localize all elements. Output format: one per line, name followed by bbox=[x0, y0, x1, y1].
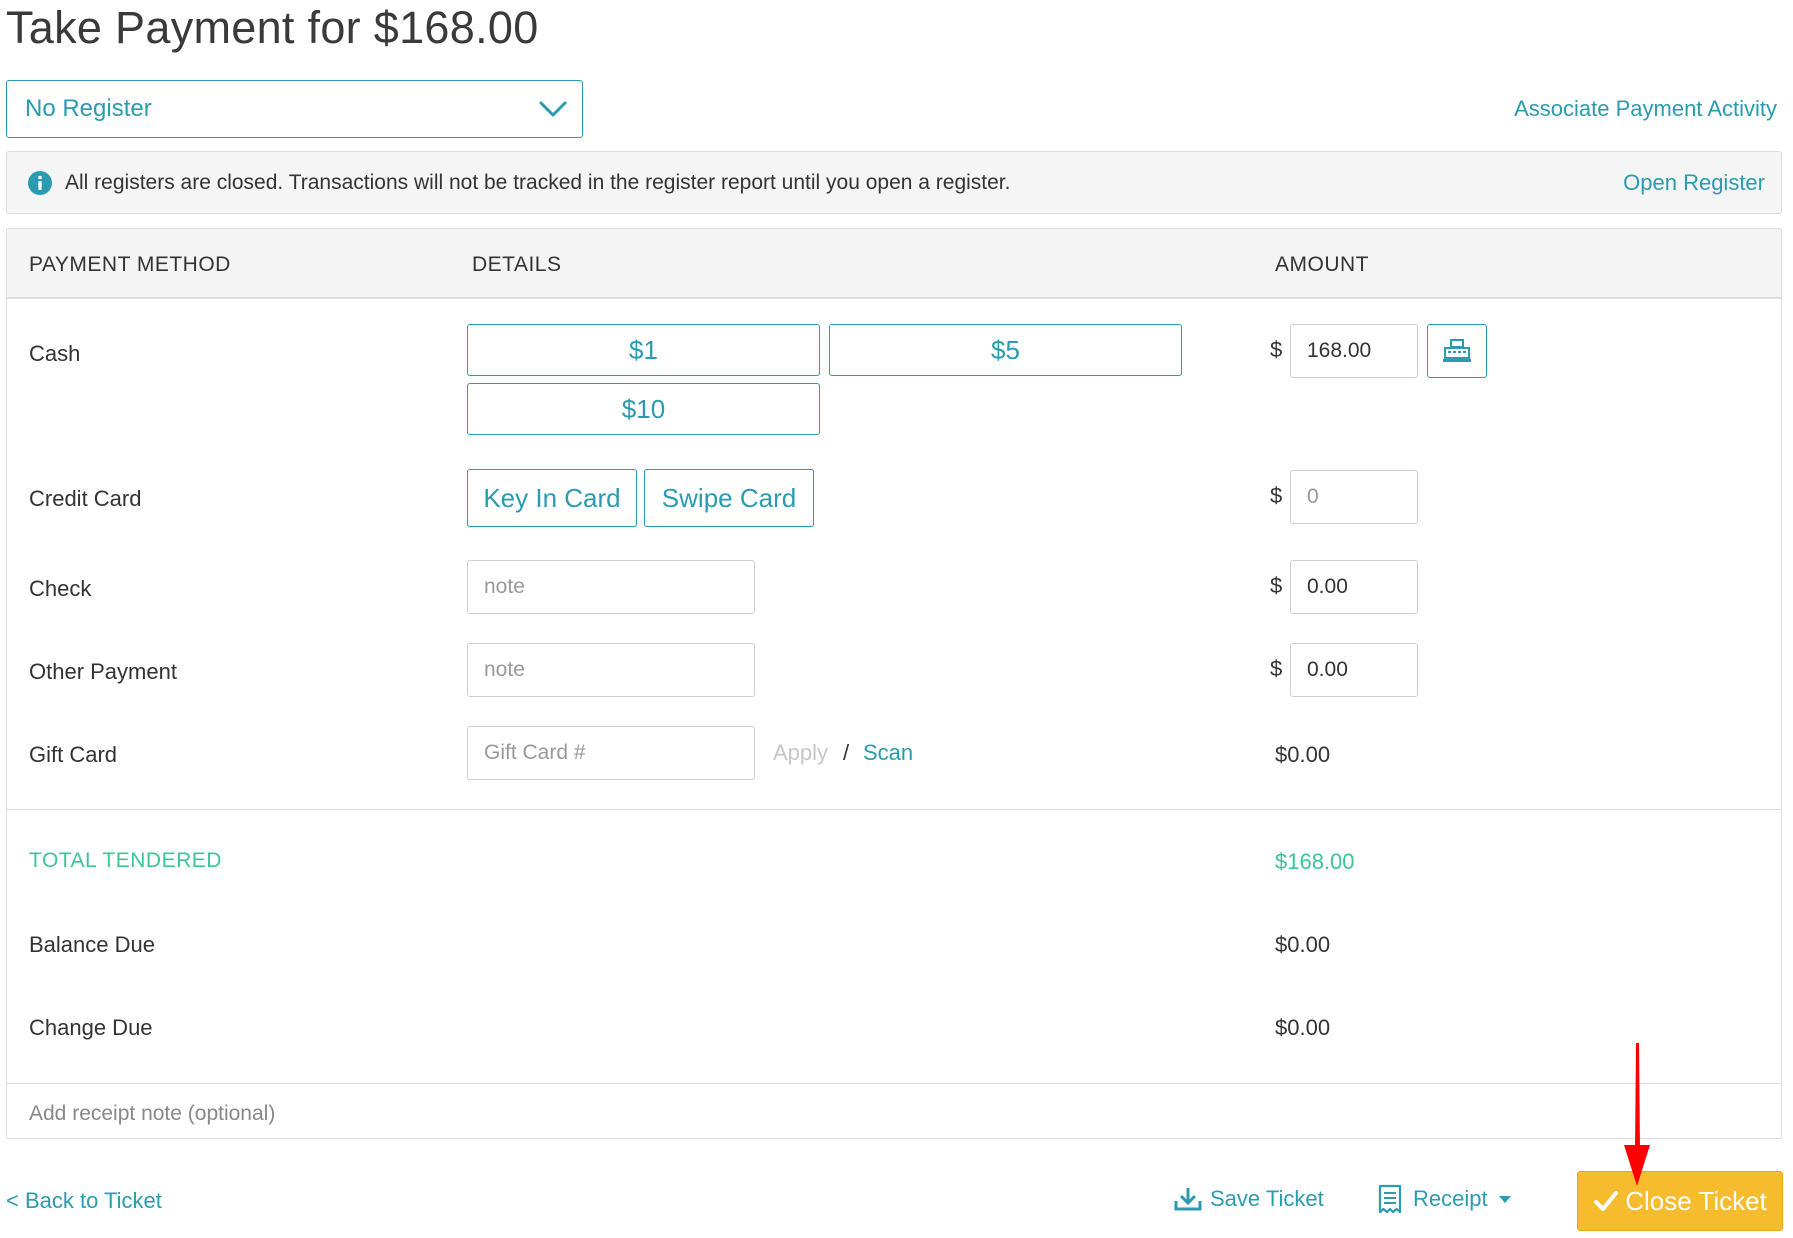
total-tendered-label: TOTAL TENDERED bbox=[29, 849, 222, 872]
payment-panel: PAYMENT METHOD DETAILS AMOUNT Cash $1 $5… bbox=[6, 228, 1782, 1139]
header-details: DETAILS bbox=[472, 253, 562, 276]
chevron-down-icon bbox=[539, 101, 567, 117]
back-to-ticket-link[interactable]: < Back to Ticket bbox=[6, 1188, 162, 1214]
totals-divider bbox=[7, 809, 1781, 810]
checkmark-icon bbox=[1594, 1191, 1619, 1211]
table-header: PAYMENT METHOD DETAILS AMOUNT bbox=[7, 229, 1781, 299]
balance-due-value: $0.00 bbox=[1275, 932, 1331, 957]
cash-10-button[interactable]: $10 bbox=[467, 383, 820, 435]
other-payment-label: Other Payment bbox=[29, 659, 177, 684]
receipt-icon bbox=[1378, 1184, 1402, 1214]
gift-card-scan-link[interactable]: Scan bbox=[863, 740, 913, 766]
header-payment-method: PAYMENT METHOD bbox=[29, 253, 231, 276]
cash-currency: $ bbox=[1270, 337, 1283, 362]
check-currency: $ bbox=[1270, 573, 1283, 598]
save-ticket-link[interactable]: Save Ticket bbox=[1174, 1186, 1324, 1212]
key-in-card-button[interactable]: Key In Card bbox=[467, 469, 637, 527]
cash-register-button[interactable] bbox=[1427, 324, 1487, 378]
other-payment-currency: $ bbox=[1270, 656, 1283, 681]
check-label: Check bbox=[29, 576, 92, 601]
cash-amount-input[interactable] bbox=[1290, 324, 1418, 378]
change-due-value: $0.00 bbox=[1275, 1015, 1331, 1040]
caret-down-icon bbox=[1498, 1196, 1511, 1203]
other-payment-note-input[interactable] bbox=[467, 643, 755, 697]
receipt-dropdown[interactable]: Receipt bbox=[1377, 1184, 1512, 1214]
red-arrow-annotation bbox=[1624, 1043, 1650, 1186]
cash-1-button[interactable]: $1 bbox=[467, 324, 820, 376]
open-register-link[interactable]: Open Register bbox=[1623, 170, 1765, 196]
alert-message: All registers are closed. Transactions w… bbox=[65, 170, 1011, 194]
gift-card-amount: $0.00 bbox=[1275, 742, 1331, 767]
receipt-note-input[interactable] bbox=[7, 1089, 1781, 1139]
credit-card-currency: $ bbox=[1270, 483, 1283, 508]
gift-card-apply-link[interactable]: Apply bbox=[773, 740, 828, 766]
download-icon bbox=[1174, 1188, 1202, 1211]
associate-payment-activity-link[interactable]: Associate Payment Activity bbox=[1514, 96, 1777, 122]
header-amount: AMOUNT bbox=[1275, 253, 1369, 276]
close-ticket-label: Close Ticket bbox=[1625, 1185, 1767, 1216]
swipe-card-button[interactable]: Swipe Card bbox=[644, 469, 814, 527]
info-icon bbox=[28, 170, 52, 195]
cash-register-icon bbox=[1443, 339, 1471, 362]
check-note-input[interactable] bbox=[467, 560, 755, 614]
cash-label: Cash bbox=[29, 341, 81, 366]
other-payment-amount-input[interactable] bbox=[1290, 643, 1418, 697]
gift-card-number-input[interactable] bbox=[467, 726, 755, 780]
save-ticket-label: Save Ticket bbox=[1210, 1186, 1324, 1211]
check-amount-input[interactable] bbox=[1290, 560, 1418, 614]
cash-5-button[interactable]: $5 bbox=[829, 324, 1182, 376]
gift-card-separator: / bbox=[843, 740, 850, 765]
credit-card-label: Credit Card bbox=[29, 486, 142, 511]
close-ticket-button[interactable]: Close Ticket bbox=[1577, 1171, 1783, 1231]
change-due-label: Change Due bbox=[29, 1015, 153, 1040]
register-dropdown-value: No Register bbox=[25, 95, 152, 122]
registers-closed-alert: All registers are closed. Transactions w… bbox=[6, 151, 1782, 214]
page-title: Take Payment for $168.00 bbox=[6, 2, 539, 53]
receipt-note-divider bbox=[7, 1083, 1781, 1084]
register-dropdown[interactable]: No Register bbox=[6, 80, 583, 138]
receipt-label: Receipt bbox=[1413, 1186, 1488, 1211]
total-tendered-value: $168.00 bbox=[1275, 849, 1355, 874]
credit-card-amount-input[interactable] bbox=[1290, 470, 1418, 524]
balance-due-label: Balance Due bbox=[29, 932, 155, 957]
gift-card-label: Gift Card bbox=[29, 742, 118, 767]
